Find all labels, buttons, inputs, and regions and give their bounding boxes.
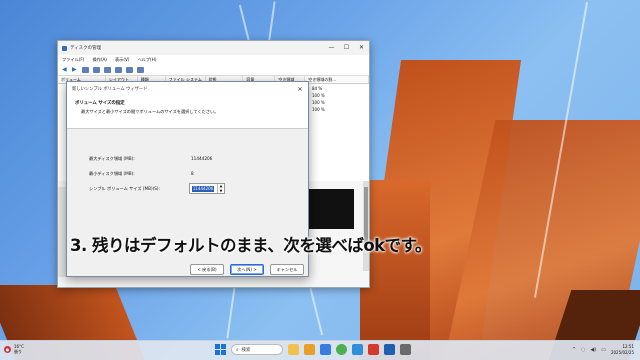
toolbar: ◀ ▶ <box>58 65 369 76</box>
free-percent: 84 % <box>312 86 323 91</box>
volume-size-label: シンプル ボリューム サイズ (MB)(S): <box>89 186 160 191</box>
weather-widget[interactable]: ● 16°C 曇り <box>4 344 24 354</box>
max-size-label: 最大ディスク領域 (MB): <box>89 156 135 161</box>
cancel-button[interactable]: キャンセル <box>270 264 304 275</box>
next-button[interactable]: 次へ(N) > <box>230 264 264 275</box>
wizard-title: 新しいシンプル ボリューム ウィザード <box>72 87 148 92</box>
free-percent: 100 % <box>312 93 325 98</box>
app-icon[interactable] <box>368 344 379 355</box>
file-explorer-icon[interactable] <box>288 344 299 355</box>
toolbar-icon[interactable] <box>82 67 89 73</box>
menu-file[interactable]: ファイル(F) <box>62 57 84 63</box>
instruction-caption: 3. 残りはデフォルトのまま、次を選べばokです。 <box>70 236 432 255</box>
taskbar-apps: ⌕ 検索 <box>215 344 411 355</box>
wizard-buttons: < 戻る(B) 次へ(N) > キャンセル <box>190 264 304 275</box>
spin-arrows-icon[interactable]: ▲ ▼ <box>217 184 224 193</box>
wizard-heading: ボリューム サイズの指定 <box>75 101 125 106</box>
volume-size-input[interactable]: 11444206 <box>192 186 214 192</box>
app-icon[interactable] <box>304 344 315 355</box>
volume-icon[interactable]: ◀) <box>590 347 596 353</box>
toolbar-icon[interactable] <box>93 67 100 73</box>
window-title: ディスクの管理 <box>70 46 102 51</box>
app-icon[interactable] <box>400 344 411 355</box>
wizard-title-bar[interactable]: 新しいシンプル ボリューム ウィザード ✕ <box>67 82 308 96</box>
clock-date: 2025/02/25 <box>610 350 634 355</box>
toolbar-icon[interactable] <box>126 67 133 73</box>
search-box[interactable]: ⌕ 検索 <box>231 344 283 355</box>
weather-desc: 曇り <box>14 349 22 354</box>
back-button[interactable]: < 戻る(B) <box>190 264 224 275</box>
toolbar-icon[interactable] <box>137 67 144 73</box>
battery-icon[interactable]: ▭ <box>601 347 606 353</box>
menu-bar: ファイル(F) 操作(A) 表示(V) ヘルプ(H) <box>58 55 369 65</box>
scrollbar[interactable] <box>363 181 369 271</box>
menu-action[interactable]: 操作(A) <box>92 57 107 63</box>
disk-icon <box>62 45 67 51</box>
app-icon[interactable] <box>384 344 395 355</box>
toolbar-icon[interactable] <box>115 67 122 73</box>
toolbar-icon[interactable] <box>104 67 111 73</box>
taskbar: ● 16°C 曇り ⌕ 検索 ^ ◌ ◀) ▭ 12:51 2025/02/25 <box>0 340 640 360</box>
wizard-header: ボリューム サイズの指定 最大サイズと最小サイズの間でボリュームのサイズを選択し… <box>67 96 308 129</box>
search-icon: ⌕ <box>236 347 239 353</box>
unallocated-bar[interactable] <box>308 189 354 229</box>
free-percent: 100 % <box>312 107 325 112</box>
bridge-tower <box>360 180 430 360</box>
network-icon[interactable]: ◌ <box>581 347 585 353</box>
min-size-label: 最小ディスク領域 (MB): <box>89 171 135 176</box>
wizard-subheading: 最大サイズと最小サイズの間でボリュームのサイズを選択してください。 <box>81 109 219 114</box>
menu-view[interactable]: 表示(V) <box>115 57 130 63</box>
clock[interactable]: 12:51 2025/02/25 <box>611 344 634 356</box>
free-percent: 100 % <box>312 100 325 105</box>
system-tray: ^ ◌ ◀) ▭ 12:51 2025/02/25 <box>572 344 634 356</box>
back-arrow-icon[interactable]: ◀ <box>62 67 68 73</box>
maximize-button[interactable]: ☐ <box>339 41 354 55</box>
menu-help[interactable]: ヘルプ(H) <box>137 57 156 63</box>
minimize-button[interactable]: — <box>324 41 339 55</box>
edge-icon[interactable] <box>352 344 363 355</box>
app-icon[interactable] <box>320 344 331 355</box>
min-size-value: 8 <box>191 171 194 176</box>
chevron-up-icon[interactable]: ^ <box>572 347 576 353</box>
weather-icon: ● <box>4 345 11 353</box>
max-size-value: 11444206 <box>191 156 213 161</box>
forward-arrow-icon[interactable]: ▶ <box>72 67 78 73</box>
search-placeholder: 検索 <box>241 347 251 353</box>
start-button[interactable] <box>215 344 226 355</box>
title-bar[interactable]: ディスクの管理 — ☐ ✕ <box>58 41 369 55</box>
wizard-close-button[interactable]: ✕ <box>292 86 308 93</box>
column-header[interactable]: 空き領域の割... <box>305 76 370 83</box>
close-button[interactable]: ✕ <box>354 41 369 55</box>
chrome-icon[interactable] <box>336 344 347 355</box>
volume-size-stepper[interactable]: 11444206 ▲ ▼ <box>189 183 225 194</box>
